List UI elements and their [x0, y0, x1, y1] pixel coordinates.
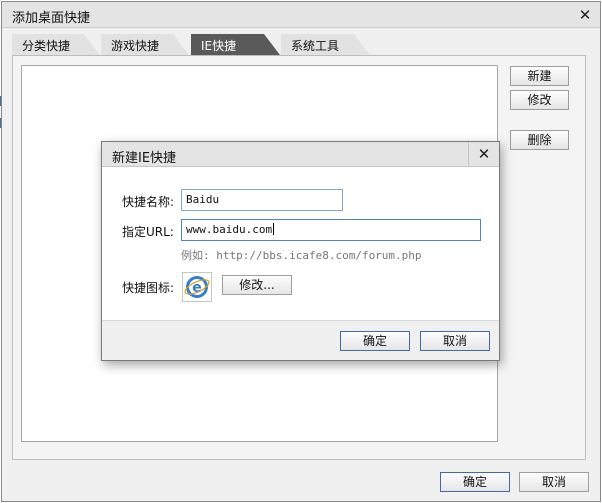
url-value: www.baidu.com — [186, 223, 273, 236]
ie-icon: e — [184, 276, 210, 298]
dialog-title: 添加桌面快捷 — [12, 11, 91, 26]
subdialog-ok-button[interactable]: 确定 — [340, 331, 410, 351]
new-button[interactable]: 新建 — [510, 66, 569, 86]
shortcut-name-value: Baidu — [186, 193, 220, 206]
edit-icon-button[interactable]: 修改... — [222, 275, 292, 295]
ok-button[interactable]: 确定 — [440, 472, 510, 492]
dialog-titlebar: 添加桌面快捷 ✕ — [2, 2, 600, 28]
url-label: 指定URL: — [122, 225, 174, 239]
shortcut-icon-label: 快捷图标: — [122, 281, 175, 295]
close-icon[interactable]: ✕ — [576, 6, 594, 24]
url-input[interactable]: www.baidu.com — [181, 219, 481, 241]
close-icon[interactable]: ✕ — [475, 145, 493, 163]
subdialog-cancel-button[interactable]: 取消 — [420, 331, 490, 351]
new-ie-shortcut-dialog: 新建IE快捷 ✕ 快捷名称: Baidu 指定URL: www.baidu.co… — [101, 141, 500, 361]
text-caret — [273, 223, 275, 235]
url-hint: 例如: http://bbs.icafe8.com/forum.php — [181, 249, 422, 262]
subdialog-titlebar: 新建IE快捷 ✕ — [102, 142, 499, 167]
delete-button[interactable]: 删除 — [510, 130, 569, 150]
cancel-button[interactable]: 取消 — [519, 472, 589, 492]
edit-button[interactable]: 修改 — [510, 90, 569, 110]
shortcut-name-label: 快捷名称: — [122, 195, 175, 209]
subdialog-footer: 确定 取消 — [102, 320, 499, 360]
shortcut-name-input[interactable]: Baidu — [181, 189, 343, 211]
shortcut-icon-preview: e — [182, 272, 212, 302]
subdialog-title: 新建IE快捷 — [112, 151, 177, 166]
titlebar-divider — [468, 142, 469, 167]
